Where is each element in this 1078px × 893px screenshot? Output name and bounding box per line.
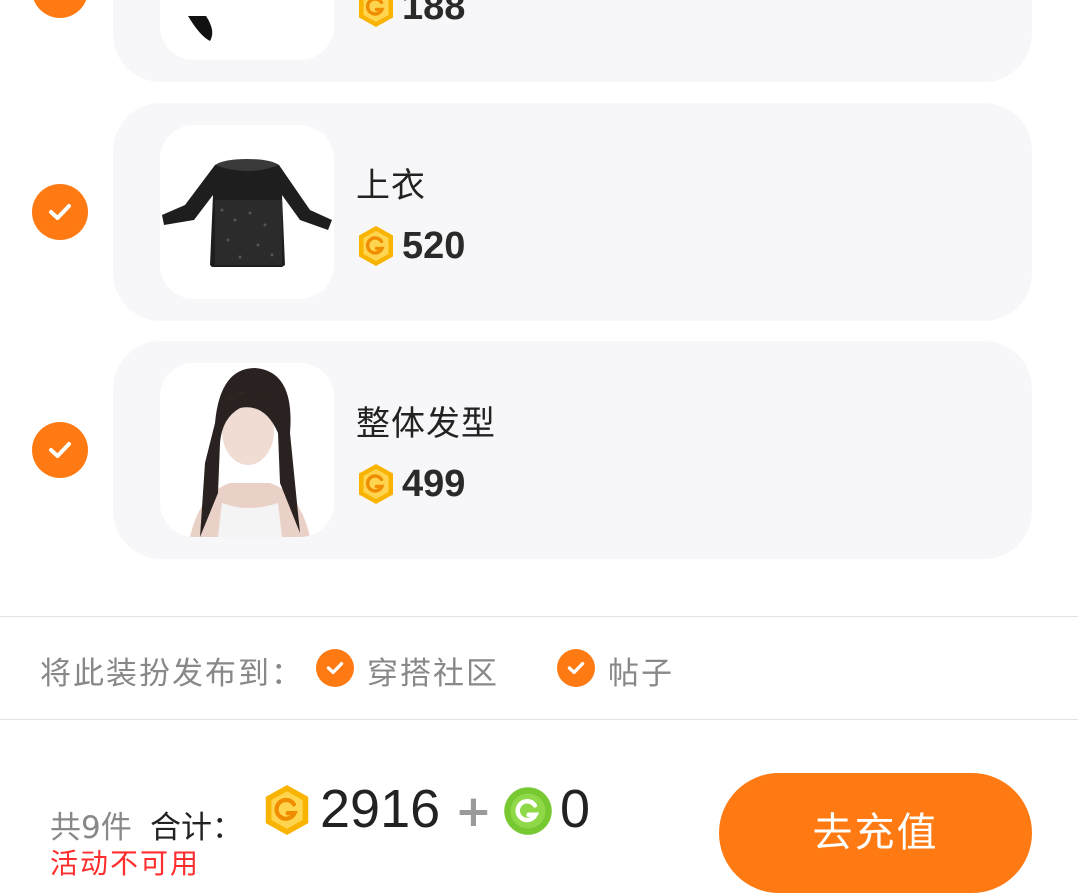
item-name: 上衣 [356, 166, 426, 206]
publish-option-community-label[interactable]: 穿搭社区 [367, 648, 499, 693]
divider [0, 719, 1078, 720]
item-checkbox[interactable] [32, 422, 88, 478]
item-thumbnail [160, 125, 334, 299]
check-icon [49, 442, 71, 458]
gold-coin-icon [359, 464, 393, 504]
item-count: 共9件 [50, 810, 132, 846]
item-thumbnail [160, 363, 334, 537]
check-icon [45, 0, 75, 5]
divider [0, 616, 1078, 617]
gold-coin-icon [265, 785, 309, 835]
total-label: 合计： [150, 810, 243, 846]
green-coin-icon [504, 787, 552, 835]
price-row: 520 [356, 221, 465, 271]
cart-item-card: 188 [113, 0, 1032, 82]
gem-total: 0 [560, 779, 591, 839]
item-checkbox[interactable] [32, 184, 88, 240]
gold-coin-icon [359, 0, 393, 27]
recharge-button[interactable]: 去充值 [719, 773, 1032, 893]
check-icon [567, 661, 585, 675]
publish-label: 将此装扮发布到： [40, 656, 304, 692]
check-icon [49, 204, 71, 220]
publish-option-post-label[interactable]: 帖子 [608, 648, 674, 693]
price-row: 188 [356, 0, 465, 32]
item-price: 520 [402, 224, 466, 267]
item-checkbox[interactable] [32, 0, 88, 18]
gold-coin-icon [359, 226, 393, 266]
item-price: 188 [402, 0, 466, 28]
cart-item-card: 上衣 520 [113, 103, 1032, 321]
check-icon [326, 661, 344, 675]
coin-total: 2916 [320, 779, 441, 839]
item-name: 整体发型 [356, 404, 496, 444]
publish-option-post-checkbox[interactable] [557, 649, 595, 687]
promo-note: 活动不可用 [50, 847, 201, 880]
item-price: 499 [402, 462, 466, 505]
publish-option-community-checkbox[interactable] [316, 649, 354, 687]
item-thumbnail [160, 0, 334, 60]
plus-sign: + [455, 786, 492, 837]
price-row: 499 [356, 459, 465, 509]
cart-item-card: 整体发型 499 [113, 341, 1032, 559]
